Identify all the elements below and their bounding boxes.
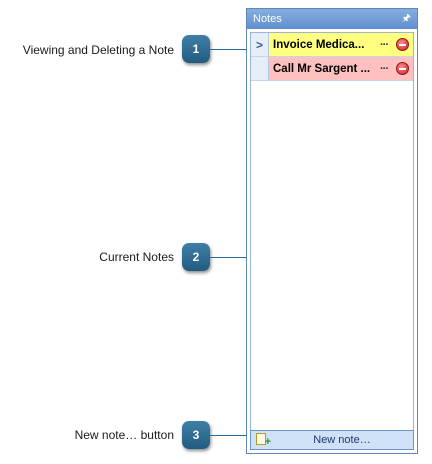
note-row[interactable]: Call Mr Sargent ... ··· [251, 57, 413, 81]
callout-label-view-delete: Viewing and Deleting a Note [22, 43, 174, 57]
current-notes-list-area: > Invoice Medica... ··· Call Mr Sargent … [250, 32, 414, 450]
delete-note-icon[interactable] [396, 38, 409, 51]
delete-note-icon[interactable] [396, 62, 409, 75]
new-note-label: New note… [313, 434, 371, 446]
callout-leader-2 [210, 257, 247, 258]
callout-label-new-note: New note… button [74, 428, 174, 442]
note-list: > Invoice Medica... ··· Call Mr Sargent … [251, 33, 413, 81]
callout-badge-2: 2 [182, 243, 210, 271]
callout-badge-3: 3 [182, 421, 210, 449]
callout-leader-1 [210, 49, 247, 50]
new-note-icon: + [255, 433, 271, 448]
notes-panel-header: Notes 🖈 [247, 9, 417, 29]
new-note-button[interactable]: + New note… [250, 430, 414, 450]
pin-icon[interactable]: 🖈 [402, 11, 411, 28]
open-note-button[interactable]: ··· [376, 39, 392, 51]
row-selector-arrow-icon[interactable]: > [251, 33, 269, 56]
callout-badge-1: 1 [182, 35, 210, 63]
note-body[interactable]: Call Mr Sargent ... ··· [269, 57, 413, 80]
note-row[interactable]: > Invoice Medica... ··· [251, 33, 413, 57]
notes-panel: Notes 🖈 > Invoice Medica... ··· Call Mr … [246, 8, 418, 454]
callout-leader-3 [210, 435, 250, 436]
notes-panel-title: Notes [253, 13, 282, 25]
row-selector[interactable] [251, 57, 269, 80]
callout-label-current-notes: Current Notes [99, 250, 174, 264]
note-title[interactable]: Invoice Medica... [273, 39, 374, 51]
open-note-button[interactable]: ··· [376, 63, 392, 75]
note-title[interactable]: Call Mr Sargent ... [273, 63, 374, 75]
note-body[interactable]: Invoice Medica... ··· [269, 33, 413, 56]
